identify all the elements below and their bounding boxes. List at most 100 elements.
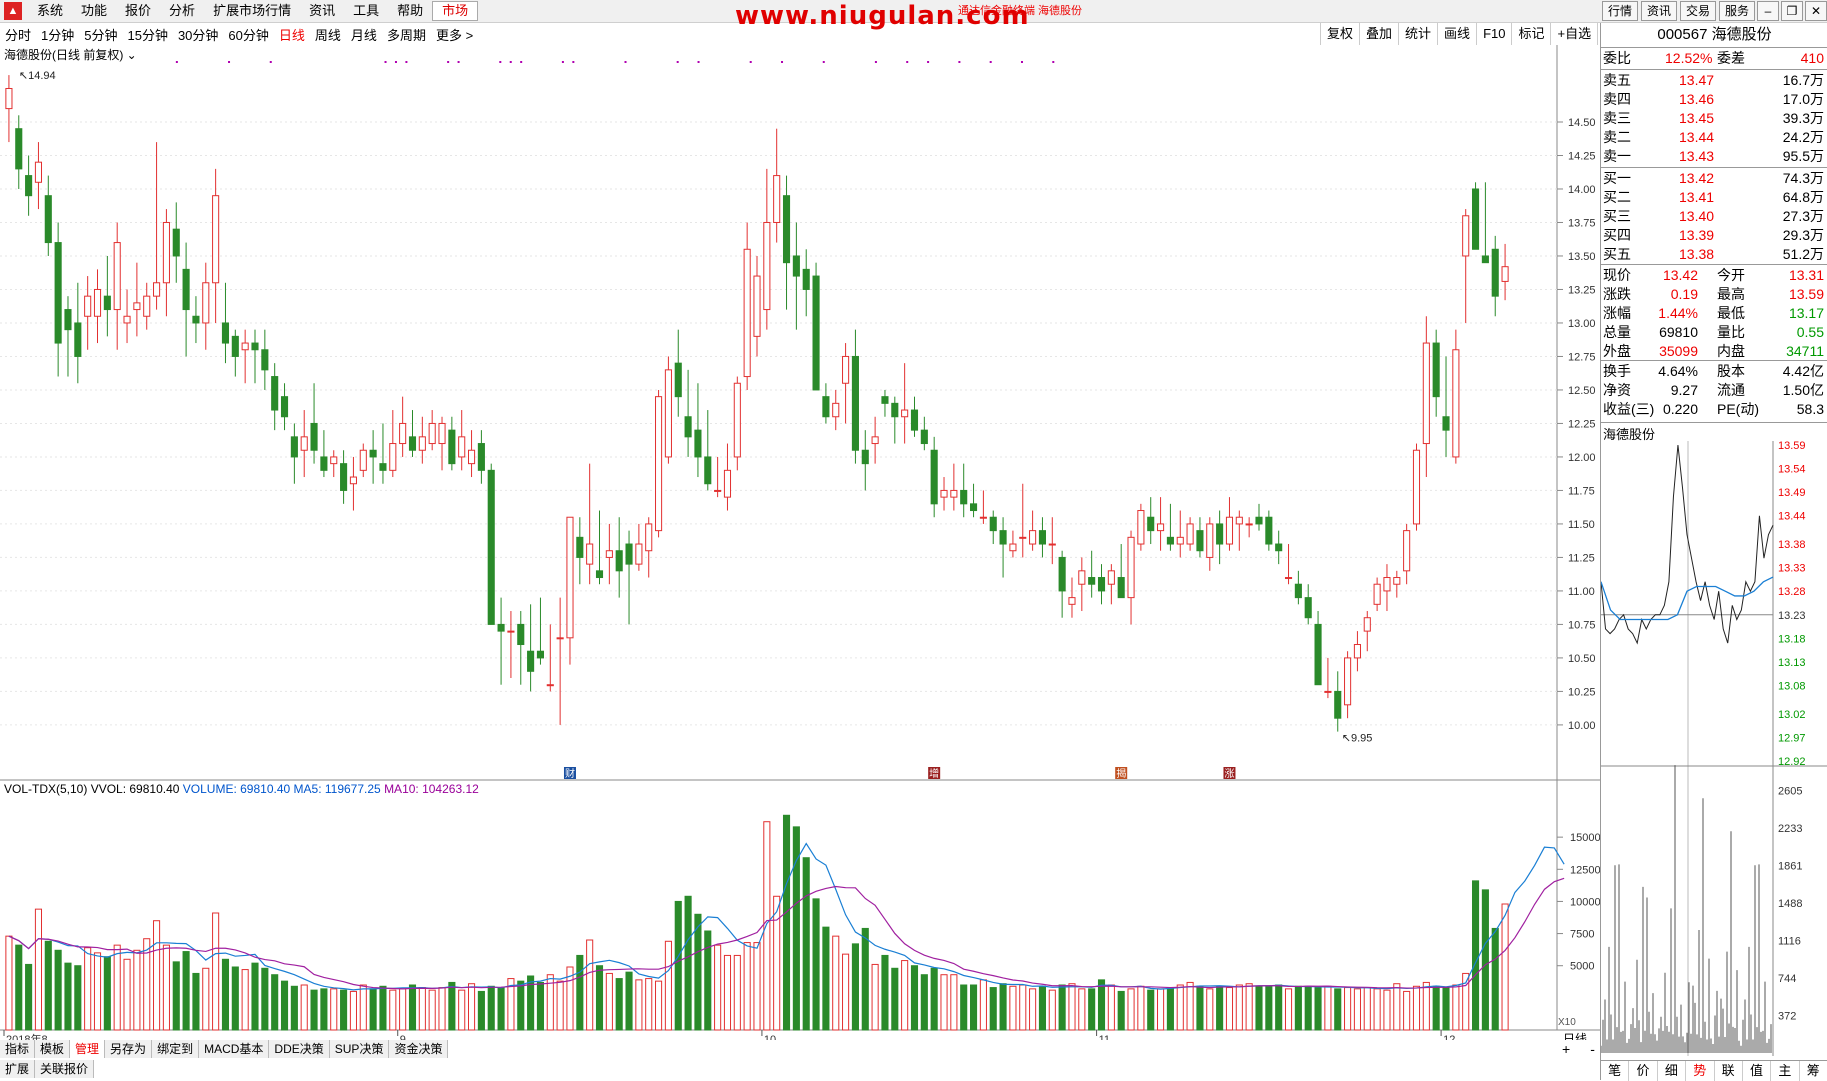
tab-manage[interactable]: 管理 [70,1040,106,1058]
candle-body [753,275,761,337]
period-more[interactable]: 更多 > [431,25,478,44]
volume-bar [782,814,791,1031]
period-multi[interactable]: 多周期 [382,25,431,44]
volume-bar [379,985,387,1031]
volume-bar [1107,984,1115,1031]
period-daily[interactable]: 日线 [274,25,310,44]
volume-bar [773,895,781,1031]
tab-sup[interactable]: SUP决策 [329,1040,390,1058]
tab-bind[interactable]: 绑定到 [152,1040,200,1058]
candle-body [399,422,407,445]
candle-body [615,550,623,572]
signal-dot [175,61,178,63]
period-1min[interactable]: 1分钟 [36,25,79,44]
tab-extend[interactable]: 扩展 [0,1060,36,1078]
kline-chart[interactable]: 14.50 14.25 14.00 13.75 13.50 13.25 13.00 12.75… [0,45,1600,1040]
mark-button[interactable]: 标记 [1511,23,1550,45]
tab-linked-quote[interactable]: 关联报价 [35,1060,95,1078]
menu-item-extended-market[interactable]: 扩展市场行情 [204,0,300,22]
period-15min[interactable]: 15分钟 [122,25,172,44]
menu-item-function[interactable]: 功能 [72,0,116,22]
service-button[interactable]: 服务 [1718,1,1755,21]
sell-row[interactable]: 卖一 13.43 95.5万 [1601,147,1827,166]
buy-row[interactable]: 买四 13.39 29.3万 [1601,226,1827,245]
stat-row: 涨幅 1.44% 最低 13.17 [1601,304,1827,323]
news-button[interactable]: 资讯 [1640,1,1677,21]
candle-body [1432,342,1440,398]
volume-indicator-name[interactable]: VOL-TDX(5,10) [4,782,87,796]
period-weekly[interactable]: 周线 [310,25,346,44]
stat-value: 69810 [1659,324,1698,340]
stat-value: 9.27 [1670,382,1698,398]
candle-body [1275,543,1283,552]
close-icon[interactable]: ✕ [1805,1,1827,21]
trade-button[interactable]: 交易 [1679,1,1716,21]
menu-item-market[interactable]: 市场 [432,1,479,21]
candle-body [25,175,33,197]
right-tab[interactable]: 势 [1686,1061,1715,1081]
right-tab[interactable]: 细 [1658,1061,1687,1081]
menu-item-system[interactable]: 系统 [28,0,72,22]
sell-row[interactable]: 卖二 13.44 24.2万 [1601,128,1827,147]
volume-bar [320,988,328,1031]
right-tab[interactable]: 笔 [1601,1061,1630,1081]
period-monthly[interactable]: 月线 [346,25,382,44]
top-right-toolbar: 行情 资讯 交易 服务 – ❐ ✕ [1599,0,1827,22]
tab-fund[interactable]: 资金决策 [389,1040,449,1058]
buy-row[interactable]: 买三 13.40 27.3万 [1601,207,1827,226]
buy-row[interactable]: 买一 13.42 74.3万 [1601,169,1827,188]
tab-dde[interactable]: DDE决策 [269,1040,330,1058]
candle-body [635,543,643,565]
period-30min[interactable]: 30分钟 [173,25,223,44]
right-tab[interactable]: 价 [1629,1061,1658,1081]
stat2-row: 收益(三) 0.220 PE(动) 58.3 [1601,400,1827,419]
tab-macd[interactable]: MACD基本 [199,1040,270,1058]
buy-row[interactable]: 买五 13.38 51.2万 [1601,245,1827,264]
menu-item-quote[interactable]: 报价 [116,0,160,22]
stats-button[interactable]: 统计 [1398,23,1437,45]
period-5min[interactable]: 5分钟 [79,25,122,44]
signal-dot [509,61,512,63]
f10-button[interactable]: F10 [1476,23,1511,45]
minimize-icon[interactable]: – [1757,1,1779,21]
zoom-in-button[interactable]: + [1552,1040,1580,1058]
add-watchlist-button[interactable]: +自选 [1550,23,1597,45]
overlay-button[interactable]: 叠加 [1359,23,1398,45]
volume-bar [487,985,495,1031]
draw-button[interactable]: 画线 [1437,23,1476,45]
mini-price-tick: 13.02 [1778,709,1806,721]
chevron-down-icon[interactable]: ⌄ [127,48,137,62]
candle-body [1422,342,1430,445]
period-intraday[interactable]: 分时 [0,25,36,44]
candle-body [1166,536,1174,545]
volume-bar [1412,985,1421,1031]
intraday-mini-chart[interactable]: 13.59 13.54 13.49 13.44 13.38 13.33 13.28 13.23… [1601,441,1827,1061]
menu-item-news[interactable]: 资讯 [300,0,344,22]
right-tab[interactable]: 值 [1743,1061,1772,1081]
adjust-button[interactable]: 复权 [1320,23,1359,45]
menu-item-analysis[interactable]: 分析 [160,0,204,22]
tab-save-as[interactable]: 另存为 [105,1040,153,1058]
volume-bar [1275,984,1283,1031]
candle-body [812,275,820,391]
period-60min[interactable]: 60分钟 [223,25,273,44]
right-tab[interactable]: 主 [1771,1061,1800,1081]
volume-bar [212,912,220,1031]
tab-template[interactable]: 模板 [35,1040,71,1058]
right-tab[interactable]: 筹 [1800,1061,1827,1081]
candle-body [1412,449,1421,525]
menu-item-tools[interactable]: 工具 [344,0,388,22]
volume-bar [1058,984,1066,1031]
sell-row[interactable]: 卖五 13.47 16.7万 [1601,71,1827,90]
buy-row[interactable]: 买二 13.41 64.8万 [1601,188,1827,207]
restore-icon[interactable]: ❐ [1781,1,1803,21]
sell-row[interactable]: 卖三 13.45 39.3万 [1601,109,1827,128]
sell-row[interactable]: 卖四 13.46 17.0万 [1601,90,1827,109]
tab-indicator[interactable]: 指标 [0,1040,36,1058]
volume-bar [517,980,525,1031]
menu-item-help[interactable]: 帮助 [388,0,432,22]
candle-body [44,195,52,244]
market-button[interactable]: 行情 [1601,1,1638,21]
right-tab[interactable]: 联 [1715,1061,1743,1081]
price-tick: 11.00 [1568,586,1595,598]
